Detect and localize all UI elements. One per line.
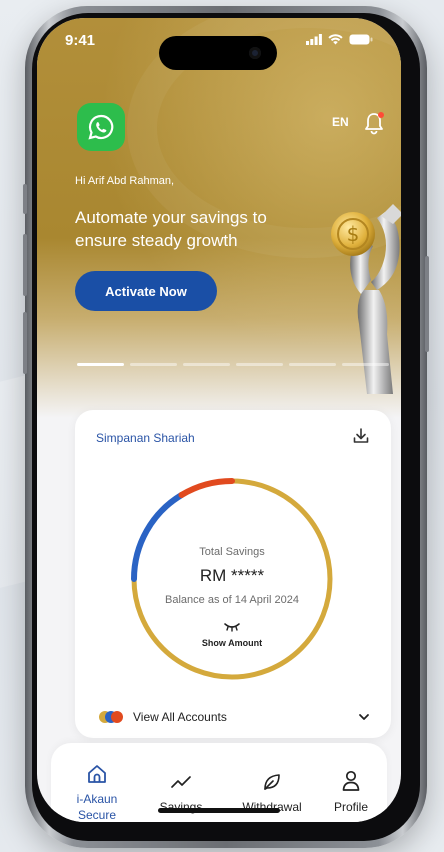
status-time: 9:41 (65, 32, 96, 49)
phone-power-button (425, 256, 429, 352)
view-all-accounts[interactable]: View All Accounts (99, 707, 371, 727)
carousel-dot[interactable] (183, 363, 230, 366)
carousel-indicator (77, 363, 389, 366)
app-screen: 9:41 EN Hi Arif Abd Rahman, Automate you… (37, 18, 401, 822)
savings-amount: RM ***** (199, 566, 265, 585)
svg-text:$: $ (347, 222, 360, 246)
view-all-accounts-label: View All Accounts (133, 710, 227, 724)
savings-summary: Total Savings RM ***** Balance as of 14 … (127, 474, 337, 684)
home-indicator[interactable] (158, 808, 280, 813)
home-icon (88, 765, 106, 783)
carousel-dot[interactable] (342, 363, 389, 366)
whatsapp-button[interactable] (77, 103, 125, 151)
nav-label-i-akaun: i-Akaun Secure (76, 792, 118, 822)
hero-banner: 9:41 EN Hi Arif Abd Rahman, Automate you… (37, 18, 401, 418)
show-amount-button[interactable]: Show Amount (127, 638, 337, 648)
nav-item-i-akaun[interactable]: i-Akaun Secure (59, 743, 135, 822)
language-toggle[interactable]: EN (332, 115, 349, 129)
hero-tagline: Automate your savings to ensure steady g… (75, 208, 267, 250)
accounts-chips-icon (99, 711, 125, 723)
eye-closed-icon[interactable] (223, 622, 241, 632)
signal-icon (306, 34, 322, 45)
whatsapp-icon (88, 114, 114, 140)
carousel-dot[interactable] (289, 363, 336, 366)
account-name: Simpanan Shariah (96, 431, 195, 445)
balance-date: Balance as of 14 April 2024 (165, 594, 299, 606)
activate-now-button[interactable]: Activate Now (75, 271, 217, 311)
status-icons (306, 34, 373, 45)
carousel-dot[interactable] (77, 363, 124, 366)
account-card: Simpanan Shariah Total Savings RM ***** … (75, 410, 391, 738)
carousel-dot[interactable] (130, 363, 177, 366)
person-icon (342, 770, 360, 791)
dynamic-island (159, 36, 277, 70)
total-savings-label: Total Savings (199, 546, 265, 558)
phone-frame: 9:41 EN Hi Arif Abd Rahman, Automate you… (23, 6, 429, 848)
nav-item-profile[interactable]: Profile (321, 743, 381, 822)
battery-icon (349, 34, 373, 45)
leaf-icon (264, 774, 280, 790)
greeting-text: Hi Arif Abd Rahman, (75, 175, 175, 187)
phone-volume-up (23, 234, 27, 296)
phone-silent-switch (23, 184, 27, 214)
carousel-dot[interactable] (236, 363, 283, 366)
trend-icon (171, 776, 191, 788)
notification-badge (378, 112, 384, 118)
notification-button[interactable] (363, 111, 385, 135)
camera-icon (249, 47, 261, 59)
phone-volume-down (23, 312, 27, 374)
nav-label-profile: Profile (333, 800, 368, 814)
download-icon[interactable] (351, 426, 371, 446)
wifi-icon (328, 34, 343, 45)
chevron-down-icon[interactable] (357, 710, 371, 724)
